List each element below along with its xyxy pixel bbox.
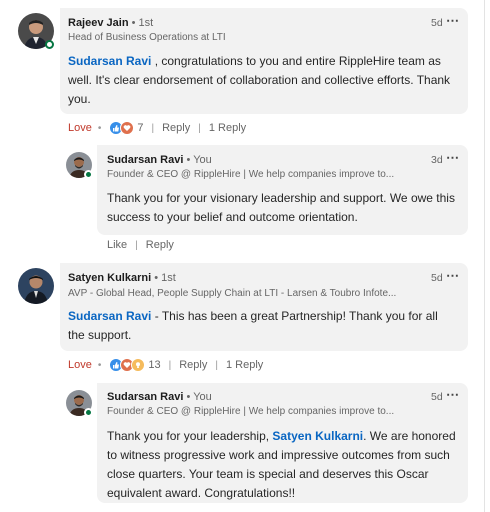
separator-dot: • bbox=[97, 359, 102, 371]
comments-thread: Rajeev Jain • 1st Head of Business Opera… bbox=[0, 0, 484, 512]
author-name[interactable]: Satyen Kulkarni bbox=[68, 272, 151, 284]
love-reaction-icon bbox=[120, 121, 135, 135]
separator-bar: | bbox=[151, 122, 155, 134]
comment-actions: Love • 13 | Reply | 1 Reply bbox=[68, 358, 263, 372]
comment-text: Sudarsan Ravi - This has been a great Pa… bbox=[68, 309, 438, 342]
separator-bar: | bbox=[198, 122, 201, 134]
author-name[interactable]: Sudarsan Ravi bbox=[107, 391, 183, 403]
reply-timestamp: 5d bbox=[431, 391, 443, 403]
online-status-icon bbox=[45, 40, 54, 49]
reaction-label[interactable]: Love bbox=[68, 122, 92, 134]
reply-button[interactable]: Reply bbox=[162, 122, 190, 134]
mention-link[interactable]: Sudarsan Ravi bbox=[68, 54, 151, 68]
reply-text: Thank you for your leadership, Satyen Ku… bbox=[107, 429, 456, 500]
reply-text: Thank you for your visionary leadership … bbox=[107, 191, 455, 224]
reply-author-line: Sudarsan Ravi • You bbox=[107, 391, 212, 403]
reaction-label[interactable]: Love bbox=[68, 359, 92, 371]
comment-text: Sudarsan Ravi , congratulations to you a… bbox=[68, 54, 451, 106]
insightful-reaction-icon bbox=[131, 358, 146, 372]
author-name[interactable]: Sudarsan Ravi bbox=[107, 154, 183, 166]
connection-degree: • 1st bbox=[131, 17, 154, 29]
author-name[interactable]: Rajeev Jain bbox=[68, 17, 129, 29]
reply-button[interactable]: Reply bbox=[146, 239, 174, 251]
reply-actions: Like | Reply bbox=[107, 239, 174, 251]
author-headline: Head of Business Operations at LTI bbox=[68, 32, 226, 43]
replies-count-link[interactable]: 1 Reply bbox=[226, 359, 263, 371]
reaction-icons[interactable]: 7 bbox=[109, 121, 144, 135]
author-headline: AVP - Global Head, People Supply Chain a… bbox=[68, 288, 397, 299]
online-status-icon bbox=[84, 408, 93, 417]
reaction-count: 7 bbox=[137, 122, 144, 134]
online-status-icon bbox=[84, 170, 93, 179]
avatar-satyen-kulkarni[interactable] bbox=[18, 268, 54, 304]
panel-border bbox=[484, 0, 485, 512]
more-options-icon[interactable]: ⋯ bbox=[446, 14, 460, 27]
connection-degree: • 1st bbox=[154, 272, 176, 284]
reply-button[interactable]: Reply bbox=[179, 359, 207, 371]
author-headline: Founder & CEO @ RippleHire | We help com… bbox=[107, 169, 395, 180]
comment-timestamp: 5d bbox=[431, 272, 443, 284]
author-headline: Founder & CEO @ RippleHire | We help com… bbox=[107, 406, 395, 417]
mention-link[interactable]: Satyen Kulkarni bbox=[272, 429, 363, 443]
connection-degree: • You bbox=[186, 154, 212, 166]
separator-dot: • bbox=[97, 122, 102, 134]
reply-author-line: Sudarsan Ravi • You bbox=[107, 154, 212, 166]
mention-link[interactable]: Sudarsan Ravi bbox=[68, 309, 151, 323]
separator-bar: | bbox=[215, 359, 218, 371]
more-options-icon[interactable]: ⋯ bbox=[446, 269, 460, 282]
replies-count-link[interactable]: 1 Reply bbox=[209, 122, 246, 134]
separator-bar: | bbox=[135, 239, 138, 251]
like-button[interactable]: Like bbox=[107, 239, 127, 251]
comment-timestamp: 5d bbox=[431, 17, 443, 29]
reply-timestamp: 3d bbox=[431, 154, 443, 166]
reaction-count: 13 bbox=[148, 359, 161, 371]
comment-author-line: Satyen Kulkarni • 1st bbox=[68, 272, 176, 284]
comment-author-line: Rajeev Jain • 1st bbox=[68, 17, 153, 29]
more-options-icon[interactable]: ⋯ bbox=[446, 151, 460, 164]
reaction-icons[interactable]: 13 bbox=[109, 358, 161, 372]
comment-actions: Love • 7 | Reply | 1 Reply bbox=[68, 121, 246, 135]
more-options-icon[interactable]: ⋯ bbox=[446, 388, 460, 401]
separator-bar: | bbox=[168, 359, 172, 371]
connection-degree: • You bbox=[186, 391, 212, 403]
